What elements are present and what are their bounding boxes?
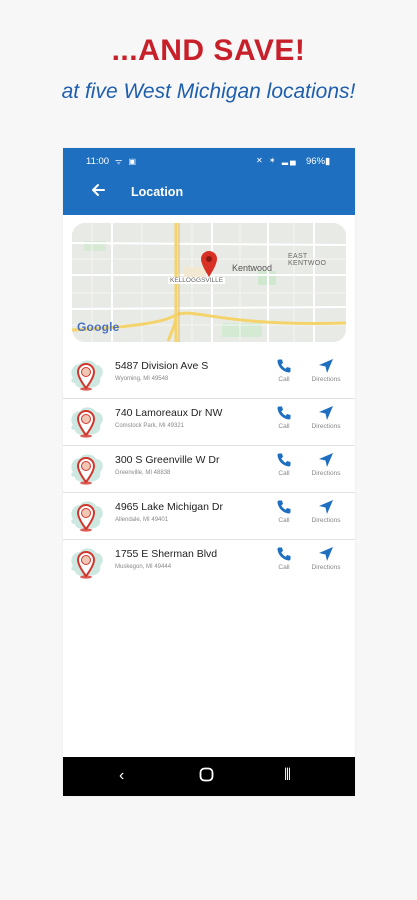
directions-button[interactable]: Directions xyxy=(306,405,346,430)
location-address: 4965 Lake Michigan Dr xyxy=(115,501,223,513)
location-map[interactable]: EAST KENTWOO Kentwood KELLOGGSVILLE Goog… xyxy=(72,223,346,342)
location-address: 300 S Greenville W Dr xyxy=(115,454,220,466)
navigation-arrow-icon xyxy=(319,500,333,514)
call-label: Call xyxy=(278,376,290,383)
phone-icon xyxy=(277,453,291,467)
location-city: Comstock Park, MI 49321 xyxy=(115,423,185,429)
location-address: 1755 E Sherman Blvd xyxy=(115,548,218,560)
map-pin-icon[interactable] xyxy=(200,250,218,278)
list-item[interactable]: 1755 E Sherman Blvd Muskegon, MI 49444 C… xyxy=(63,540,355,586)
app-bar: 11:00 ᯤ ▣ ✕ ✶ ▂▄ 96%▮ Location xyxy=(63,148,355,215)
signal-icons: ✕ ✶ ▂▄ xyxy=(256,156,298,165)
call-label: Call xyxy=(278,517,290,524)
status-time: 11:00 xyxy=(86,156,110,167)
location-city: Wyoming, MI 49548 xyxy=(115,376,169,382)
directions-button[interactable]: Directions xyxy=(306,499,346,524)
nav-recent-apps-icon[interactable]: ⦀ xyxy=(284,766,291,786)
directions-button[interactable]: Directions xyxy=(306,546,346,571)
call-label: Call xyxy=(278,470,290,477)
location-city: Muskegon, MI 49444 xyxy=(115,564,172,570)
notification-icons: ᯤ ▣ xyxy=(115,157,139,166)
map-label-east-kentwood: EAST KENTWOO xyxy=(288,253,327,267)
location-pin-badge-icon xyxy=(67,356,105,394)
directions-label: Directions xyxy=(311,470,341,477)
status-bar: 11:00 ᯤ ▣ ✕ ✶ ▂▄ 96%▮ xyxy=(63,154,355,170)
promo-headline: ...AND SAVE! xyxy=(111,34,306,67)
call-button[interactable]: Call xyxy=(264,499,304,524)
location-city: Greenville, MI 48838 xyxy=(115,470,171,476)
location-list: 5487 Division Ave S Wyoming, MI 49548 Ca… xyxy=(63,352,355,586)
call-button[interactable]: Call xyxy=(264,452,304,477)
location-city: Allendale, MI 49401 xyxy=(115,517,169,523)
directions-label: Directions xyxy=(311,423,341,430)
list-item[interactable]: 300 S Greenville W Dr Greenville, MI 488… xyxy=(63,446,355,493)
phone-icon xyxy=(277,406,291,420)
google-logo: Google xyxy=(77,320,120,334)
location-pin-badge-icon xyxy=(67,450,105,488)
directions-label: Directions xyxy=(311,564,341,571)
location-address: 740 Lamoreaux Dr NW xyxy=(115,407,223,419)
location-pin-badge-icon xyxy=(67,544,105,582)
phone-icon xyxy=(277,547,291,561)
navigation-arrow-icon xyxy=(319,547,333,561)
call-label: Call xyxy=(278,423,290,430)
arrow-left-icon[interactable] xyxy=(89,181,107,199)
navigation-arrow-icon xyxy=(319,359,333,373)
directions-button[interactable]: Directions xyxy=(306,452,346,477)
navigation-arrow-icon xyxy=(319,453,333,467)
list-item[interactable]: 740 Lamoreaux Dr NW Comstock Park, MI 49… xyxy=(63,399,355,446)
map-label-kentwood: Kentwood xyxy=(232,263,273,273)
navigation-arrow-icon xyxy=(319,406,333,420)
list-item[interactable]: 5487 Division Ave S Wyoming, MI 49548 Ca… xyxy=(63,352,355,399)
page-title: Location xyxy=(131,185,184,199)
phone-screen: 11:00 ᯤ ▣ ✕ ✶ ▂▄ 96%▮ Location EAST KENT… xyxy=(63,148,355,796)
map-label-kelloggsville: KELLOGGSVILLE xyxy=(168,277,226,284)
call-button[interactable]: Call xyxy=(264,546,304,571)
system-nav-bar: ‹ ⦀ xyxy=(63,757,355,796)
battery-indicator: 96%▮ xyxy=(306,156,331,167)
location-address: 5487 Division Ave S xyxy=(115,360,209,372)
nav-home-icon[interactable] xyxy=(199,767,214,782)
call-label: Call xyxy=(278,564,290,571)
nav-back-icon[interactable]: ‹ xyxy=(119,766,124,786)
location-pin-badge-icon xyxy=(67,497,105,535)
phone-icon xyxy=(277,500,291,514)
phone-icon xyxy=(277,359,291,373)
promo-subline: at five West Michigan locations! xyxy=(61,80,356,103)
call-button[interactable]: Call xyxy=(264,358,304,383)
location-pin-badge-icon xyxy=(67,403,105,441)
list-item[interactable]: 4965 Lake Michigan Dr Allendale, MI 4940… xyxy=(63,493,355,540)
directions-button[interactable]: Directions xyxy=(306,358,346,383)
directions-label: Directions xyxy=(311,517,341,524)
call-button[interactable]: Call xyxy=(264,405,304,430)
directions-label: Directions xyxy=(311,376,341,383)
